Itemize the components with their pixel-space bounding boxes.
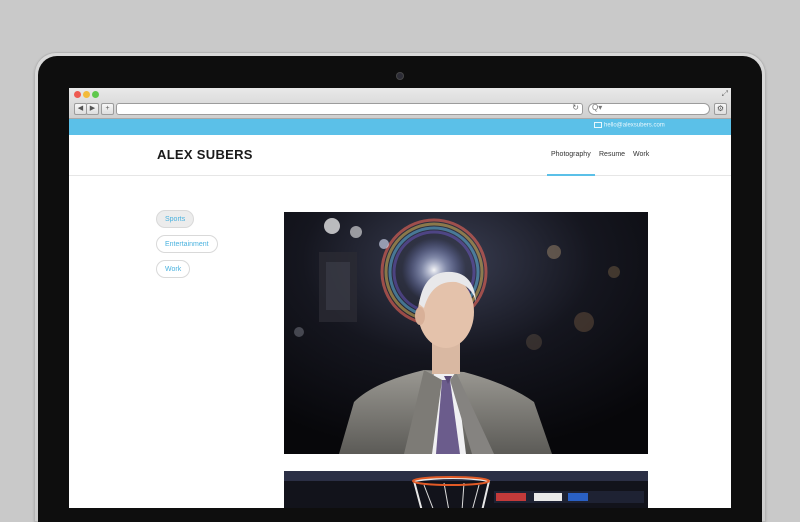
close-window-button[interactable]	[74, 91, 81, 98]
nav-work[interactable]: Work	[633, 151, 649, 158]
site-logo[interactable]: ALEX SUBERS	[157, 147, 253, 162]
coach-photo	[284, 212, 648, 454]
search-icon: Q▾	[592, 103, 603, 112]
forward-button[interactable]: ▶	[86, 103, 99, 115]
second-photo[interactable]	[284, 471, 648, 508]
browser-toolbar: ◀ ▶ + ↻ Q▾ ⚙ ⤢	[69, 88, 731, 119]
nav-photography[interactable]: Photography	[547, 151, 595, 176]
address-bar[interactable]: ↻	[116, 103, 583, 115]
plus-icon: +	[105, 105, 110, 112]
fullscreen-icon[interactable]: ⤢	[722, 89, 728, 99]
forward-icon: ▶	[89, 105, 96, 112]
contact-email-link[interactable]: hello@alexsubers.com	[594, 122, 665, 129]
screen-bezel: ◀ ▶ + ↻ Q▾ ⚙ ⤢ hello@alexsubers.com ALEX…	[38, 56, 762, 522]
laptop-frame: ◀ ▶ + ↻ Q▾ ⚙ ⤢ hello@alexsubers.com ALEX…	[34, 52, 766, 522]
contact-bar: hello@alexsubers.com	[69, 119, 731, 135]
reload-icon[interactable]: ↻	[572, 103, 579, 112]
zoom-window-button[interactable]	[92, 91, 99, 98]
envelope-icon	[594, 122, 602, 128]
nav-resume[interactable]: Resume	[599, 151, 625, 158]
basketball-hoop-photo	[284, 471, 648, 508]
back-icon: ◀	[77, 105, 84, 112]
site-header: ALEX SUBERS Photography Resume Work	[69, 135, 731, 176]
minimize-window-button[interactable]	[83, 91, 90, 98]
browser-window: ◀ ▶ + ↻ Q▾ ⚙ ⤢ hello@alexsubers.com ALEX…	[69, 88, 731, 508]
featured-photo[interactable]	[284, 212, 648, 454]
category-work[interactable]: Work	[156, 260, 191, 278]
settings-button[interactable]: ⚙	[714, 103, 727, 115]
new-tab-button[interactable]: +	[101, 103, 114, 115]
webcam	[396, 72, 404, 80]
contact-email-text: hello@alexsubers.com	[604, 122, 665, 129]
search-field[interactable]: Q▾	[588, 103, 710, 115]
category-entertainment[interactable]: Entertainment	[156, 235, 218, 253]
category-sports[interactable]: Sports	[156, 210, 195, 228]
